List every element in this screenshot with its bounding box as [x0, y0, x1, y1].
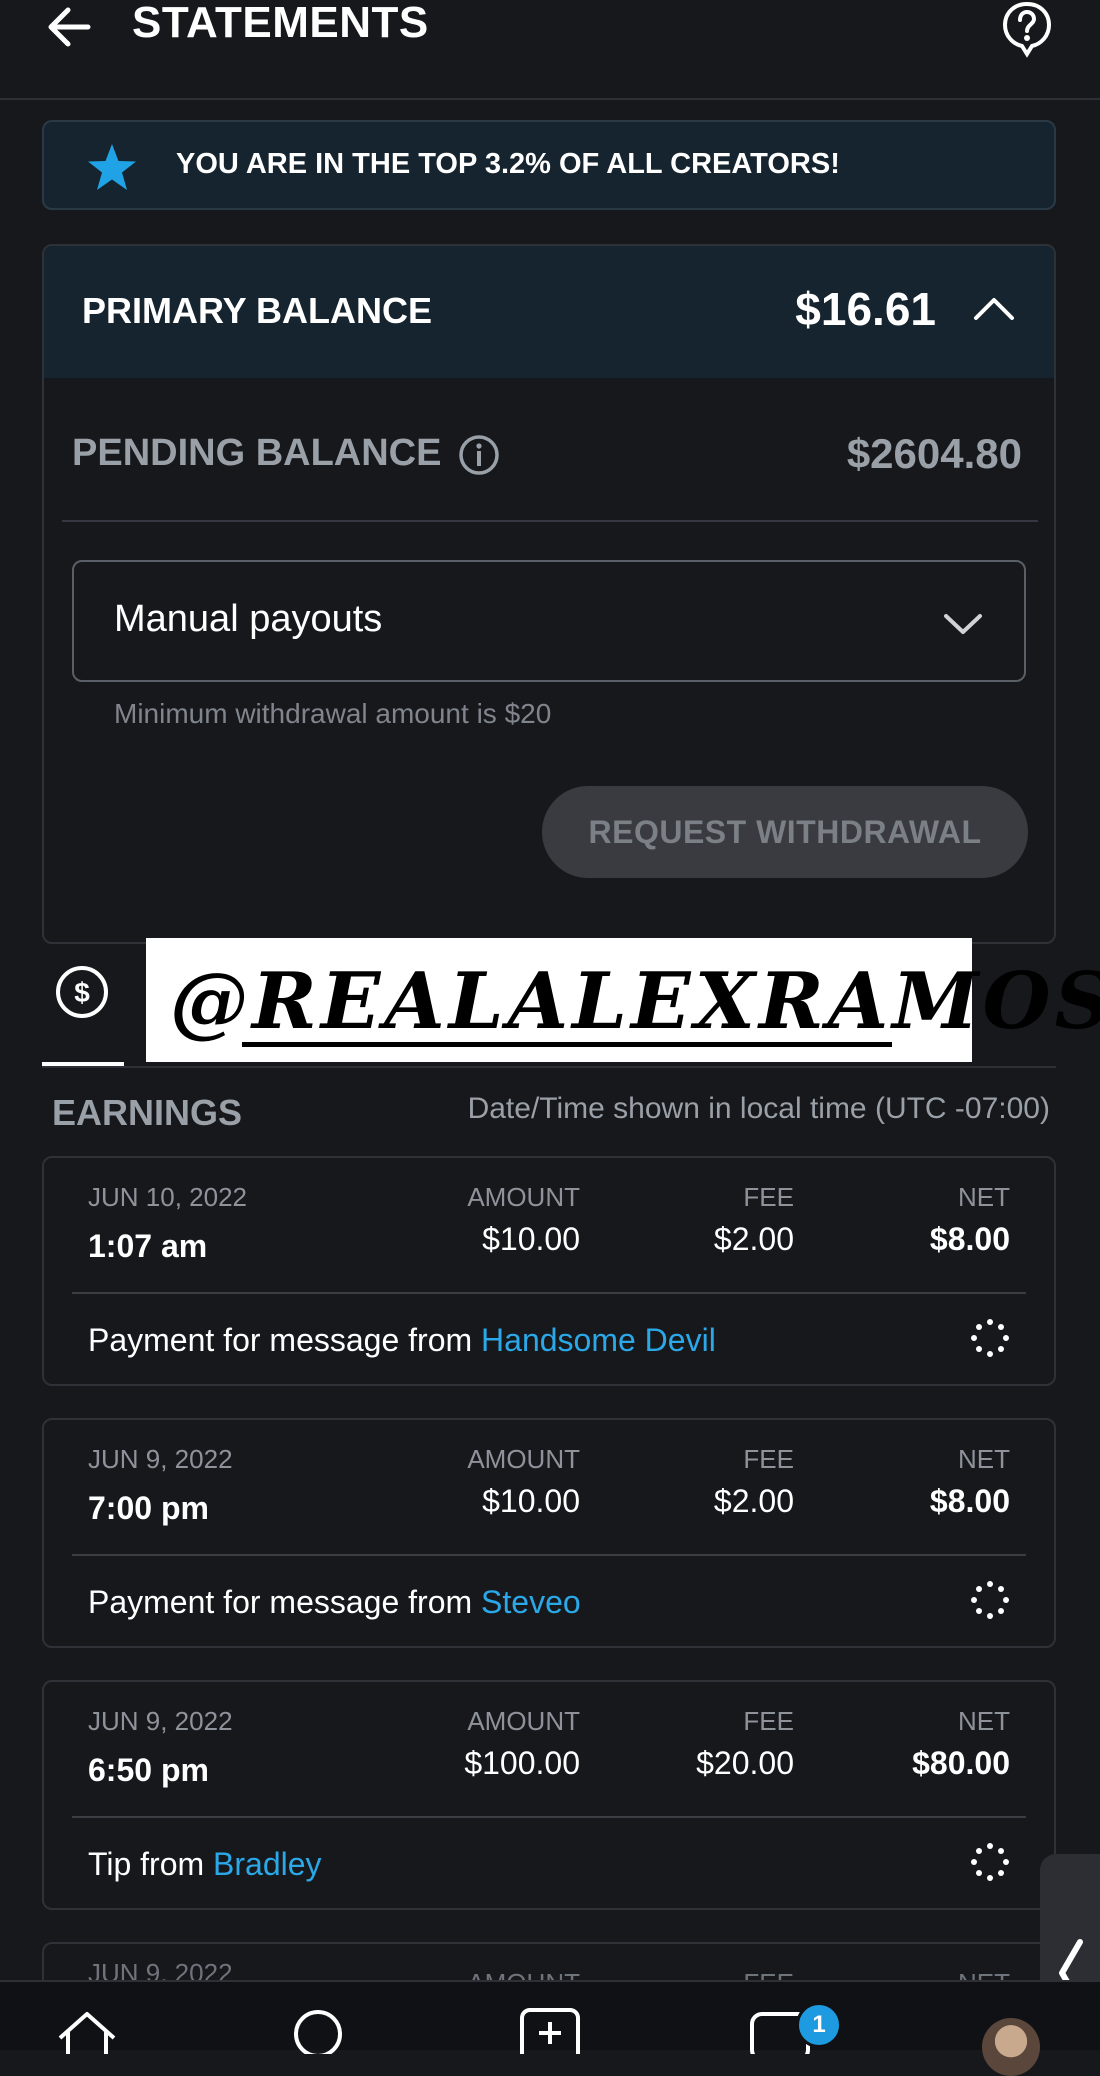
fee-header: FEE	[743, 1182, 794, 1212]
banner-text: YOU ARE IN THE TOP 3.2% OF ALL CREATORS!	[176, 148, 840, 180]
watermark-text: @REALALEXRAMOS	[170, 956, 1100, 1047]
avatar[interactable]	[982, 2018, 1040, 2076]
fee-header: FEE	[743, 1706, 794, 1736]
chevron-down-icon	[944, 614, 982, 634]
amount-column: AMOUNT $10.00	[467, 1182, 580, 1258]
primary-balance-label: PRIMARY BALANCE	[82, 290, 433, 331]
search-icon[interactable]	[284, 2004, 354, 2054]
earning-description: Payment for message from Steveo	[88, 1584, 581, 1621]
add-icon[interactable]	[516, 2004, 586, 2054]
amount-column: AMOUNT $10.00	[467, 1444, 580, 1520]
header: STATEMENTS	[0, 0, 1100, 100]
row-divider	[72, 1816, 1026, 1818]
pending-balance-amount: $2604.80	[846, 430, 1022, 477]
page-title: STATEMENTS	[132, 0, 429, 47]
earning-date: JUN 9, 2022	[88, 1706, 233, 1736]
fee-column: FEE $2.00	[714, 1444, 794, 1520]
chevron-up-icon[interactable]	[972, 288, 1016, 328]
primary-balance-header[interactable]: PRIMARY BALANCE $16.61	[44, 246, 1054, 378]
description-prefix: Tip from	[88, 1846, 214, 1882]
divider	[62, 520, 1038, 522]
net-header: NET	[958, 1706, 1010, 1736]
earning-row[interactable]: JUN 9, 2022 7:00 pm AMOUNT $10.00 FEE $2…	[42, 1418, 1056, 1648]
primary-balance-amount: $16.61	[795, 283, 936, 335]
earning-row[interactable]: JUN 10, 2022 1:07 am AMOUNT $10.00 FEE $…	[42, 1156, 1056, 1386]
bottom-navigation	[0, 1980, 1100, 2054]
home-icon[interactable]	[52, 2004, 122, 2054]
row-divider	[72, 1554, 1026, 1556]
amount-value: $10.00	[482, 1221, 580, 1257]
amount-header: AMOUNT	[467, 1182, 580, 1212]
amount-column: AMOUNT $100.00	[464, 1706, 580, 1782]
fee-value: $2.00	[713, 1221, 794, 1257]
earning-time: 6:50 pm	[88, 1752, 209, 1788]
balance-card: PRIMARY BALANCE $16.61 PENDING BALANCE $…	[42, 244, 1056, 944]
payout-method-value: Manual payouts	[114, 598, 383, 640]
net-column: NET $80.00	[912, 1706, 1010, 1782]
earning-description: Tip from Bradley	[88, 1846, 322, 1883]
net-value: $80.00	[912, 1745, 1010, 1781]
net-header: NET	[958, 1444, 1010, 1474]
fee-column: FEE $20.00	[696, 1706, 794, 1782]
spinner-icon	[971, 1843, 1009, 1881]
earning-description: Payment for message from Handsome Devil	[88, 1322, 716, 1359]
dollar-icon[interactable]: $	[54, 964, 110, 1020]
request-withdrawal-button[interactable]: REQUEST WITHDRAWAL	[542, 786, 1028, 878]
sender-link[interactable]: Steveo	[481, 1584, 581, 1620]
sender-link[interactable]: Handsome Devil	[481, 1322, 716, 1358]
tab-divider	[42, 1066, 1056, 1068]
back-arrow-icon[interactable]	[44, 0, 94, 54]
fee-header: FEE	[743, 1444, 794, 1474]
messages-badge: 1	[796, 2002, 842, 2048]
fee-value: $20.00	[696, 1745, 794, 1781]
earning-date: JUN 9, 2022	[88, 1444, 233, 1474]
timezone-note: Date/Time shown in local time (UTC -07:0…	[467, 1092, 1050, 1125]
fee-value: $2.00	[713, 1483, 794, 1519]
description-prefix: Payment for message from	[88, 1322, 482, 1358]
payout-method-select[interactable]: Manual payouts	[72, 560, 1026, 682]
spinner-icon	[971, 1319, 1009, 1357]
top-creator-banner: YOU ARE IN THE TOP 3.2% OF ALL CREATORS!	[42, 120, 1056, 210]
star-icon	[88, 144, 136, 190]
net-value: $8.00	[929, 1483, 1010, 1519]
pending-balance-label: PENDING BALANCE	[72, 432, 442, 474]
description-prefix: Payment for message from	[88, 1584, 482, 1620]
net-header: NET	[958, 1182, 1010, 1212]
svg-text:$: $	[74, 977, 90, 1008]
amount-value: $100.00	[464, 1745, 580, 1781]
net-value: $8.00	[929, 1221, 1010, 1257]
minimum-withdrawal-note: Minimum withdrawal amount is $20	[114, 698, 552, 729]
earning-time: 7:00 pm	[88, 1490, 209, 1526]
row-divider	[72, 1292, 1026, 1294]
earning-time: 1:07 am	[88, 1228, 208, 1264]
amount-value: $10.00	[482, 1483, 580, 1519]
net-column: NET $8.00	[930, 1444, 1010, 1520]
info-icon[interactable]	[458, 434, 500, 476]
fee-column: FEE $2.00	[714, 1182, 794, 1258]
earning-date: JUN 10, 2022	[88, 1182, 247, 1212]
amount-header: AMOUNT	[467, 1706, 580, 1736]
earning-row[interactable]: JUN 9, 2022 6:50 pm AMOUNT $100.00 FEE $…	[42, 1680, 1056, 1910]
watermark-underline	[242, 1042, 892, 1047]
help-icon[interactable]	[1000, 0, 1054, 58]
spinner-icon	[971, 1581, 1009, 1619]
watermark: @REALALEXRAMOS	[146, 938, 1100, 1062]
amount-header: AMOUNT	[467, 1444, 580, 1474]
net-column: NET $8.00	[930, 1182, 1010, 1258]
sender-link[interactable]: Bradley	[213, 1846, 322, 1882]
earnings-title: EARNINGS	[52, 1092, 243, 1133]
